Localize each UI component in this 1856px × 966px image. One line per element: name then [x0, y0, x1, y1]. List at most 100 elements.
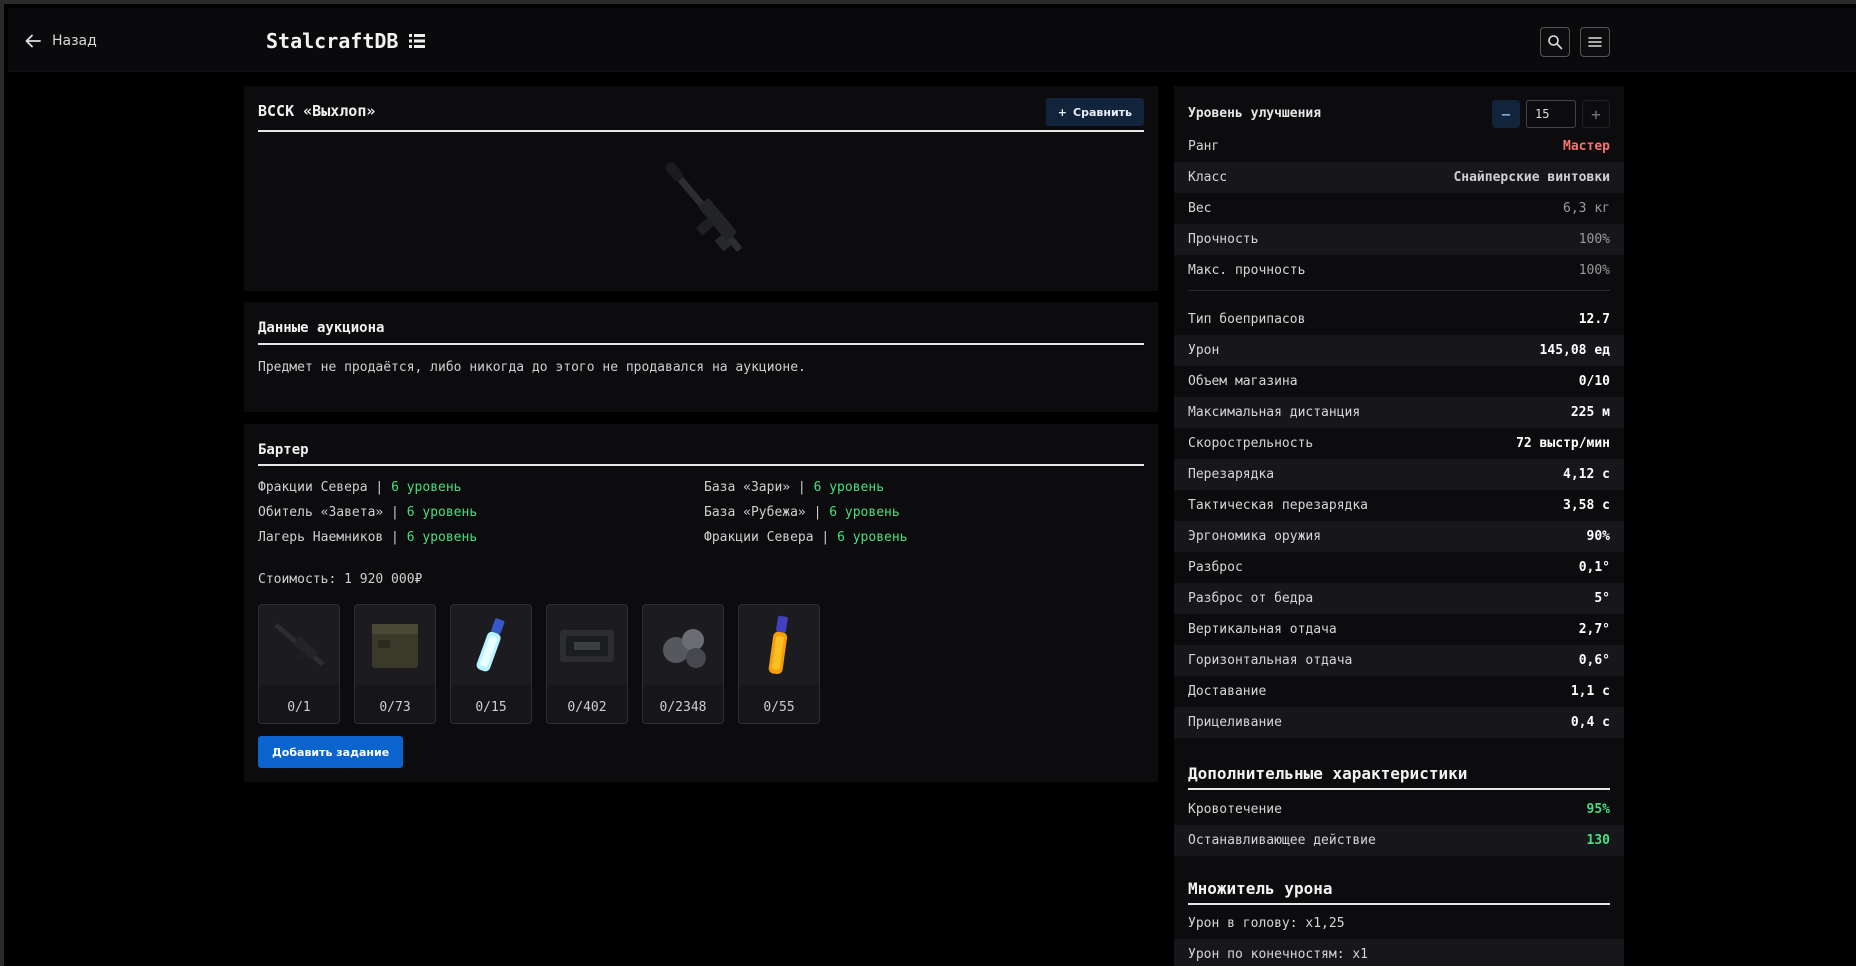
- menu-button[interactable]: [1580, 27, 1610, 57]
- compare-button[interactable]: + Сравнить: [1045, 98, 1144, 126]
- app-frame: Назад StalcraftDB ВССК «Выхлоп» + Сравни…: [0, 0, 1856, 966]
- stat-row: Объем магазина 0/10: [1174, 366, 1624, 397]
- top-header: Назад StalcraftDB: [8, 8, 1856, 72]
- stat-value: 6,3 кг: [1563, 201, 1610, 216]
- stat-row: Останавливающее действие 130: [1174, 825, 1624, 856]
- barter-item[interactable]: 0/55: [738, 604, 820, 724]
- stat-label: Вертикальная отдача: [1188, 622, 1337, 637]
- barter-entry: Обитель «Завета» | 6 уровень: [258, 505, 478, 520]
- stat-row: Эргономика оружия 90%: [1174, 521, 1624, 552]
- stat-value: 12.7: [1578, 312, 1610, 327]
- vial-blue-icon: [476, 618, 505, 672]
- stat-value: 130: [1586, 833, 1610, 848]
- stat-label: Прочность: [1188, 232, 1259, 247]
- damage-mult-divider: [1188, 903, 1610, 905]
- search-button[interactable]: [1540, 27, 1570, 57]
- stat-label: Объем магазина: [1188, 374, 1298, 389]
- case-icon: [560, 630, 614, 662]
- plus-icon: +: [1057, 105, 1068, 119]
- auction-panel: Данные аукциона Предмет не продаётся, ли…: [244, 302, 1158, 412]
- barter-items: 0/1 0/73 0/15 0/402 0/2348 0/55: [258, 604, 820, 724]
- rifle-image: [665, 162, 742, 252]
- damage-mult-row: Урон в голову: x1,25: [1188, 916, 1345, 931]
- stat-value: 90%: [1586, 529, 1610, 544]
- barter-entry: База «Рубежа» | 6 уровень: [704, 505, 900, 520]
- stat-value: 95%: [1586, 802, 1610, 817]
- stat-value: 3,58 с: [1563, 498, 1610, 513]
- stat-label: Эргономика оружия: [1188, 529, 1322, 544]
- barter-panel: Бартер Фракции Севера | 6 уровень База «…: [244, 424, 1158, 782]
- barter-divider: [258, 464, 1144, 466]
- barter-item[interactable]: 0/402: [546, 604, 628, 724]
- upgrade-level-input[interactable]: [1526, 100, 1576, 128]
- extra-stats-divider: [1188, 788, 1610, 790]
- decrease-button[interactable]: −: [1492, 100, 1520, 128]
- stat-value: 2,7°: [1578, 622, 1610, 637]
- barter-item[interactable]: 0/1: [258, 604, 340, 724]
- stat-value: 4,12 с: [1563, 467, 1610, 482]
- stat-row: Разброс 0,1°: [1174, 552, 1624, 583]
- item-panel: ВССК «Выхлоп» + Сравнить: [244, 86, 1158, 291]
- stat-row: Вес 6,3 кг: [1174, 193, 1624, 224]
- list-icon: [409, 34, 426, 48]
- upgrade-level-label: Уровень улучшения: [1188, 106, 1322, 121]
- stat-row: Перезарядка 4,12 с: [1174, 459, 1624, 490]
- stat-row: Кровотечение 95%: [1174, 794, 1624, 825]
- stat-value: 0,4 с: [1570, 715, 1610, 730]
- rifle-icon: [273, 622, 325, 667]
- increase-button[interactable]: +: [1582, 100, 1610, 128]
- barter-entry: База «Зари» | 6 уровень: [704, 480, 885, 495]
- stat-label: Тип боеприпасов: [1188, 312, 1306, 327]
- add-task-button[interactable]: Добавить задание: [258, 736, 404, 768]
- stat-value: 0,6°: [1578, 653, 1610, 668]
- stats-divider: [1188, 290, 1610, 291]
- auction-title: Данные аукциона: [258, 320, 385, 336]
- barter-requirements: Фракции Севера | 6 уровень База «Зари» |…: [258, 480, 1158, 545]
- stat-value: Снайперские винтовки: [1453, 170, 1610, 185]
- stat-label: Горизонтальная отдача: [1188, 653, 1353, 668]
- compare-label: Сравнить: [1073, 105, 1132, 119]
- search-icon: [1548, 35, 1563, 50]
- stat-label: Вес: [1188, 201, 1212, 216]
- item-title: ВССК «Выхлоп»: [258, 102, 376, 120]
- barter-item[interactable]: 0/15: [450, 604, 532, 724]
- stat-value: 100%: [1578, 263, 1610, 278]
- stat-row: Вертикальная отдача 2,7°: [1174, 614, 1624, 645]
- stat-row: Урон 145,08 ед: [1174, 335, 1624, 366]
- stat-row: Тип боеприпасов 12.7: [1174, 304, 1624, 335]
- back-label: Назад: [52, 33, 97, 49]
- stat-label: Разброс от бедра: [1188, 591, 1314, 606]
- stat-label: Прицеливание: [1188, 715, 1282, 730]
- stat-value: 1,1 с: [1570, 684, 1610, 699]
- title-divider: [258, 130, 1144, 132]
- stat-label: Доставание: [1188, 684, 1267, 699]
- stat-row: Прицеливание 0,4 с: [1174, 707, 1624, 738]
- spheres-icon: [663, 629, 706, 668]
- stat-label: Останавливающее действие: [1188, 833, 1376, 848]
- stat-row: Горизонтальная отдача 0,6°: [1174, 645, 1624, 676]
- stat-row: Класс Снайперские винтовки: [1174, 162, 1624, 193]
- stat-value: 145,08 ед: [1539, 343, 1610, 358]
- stat-label: Максимальная дистанция: [1188, 405, 1361, 420]
- barter-item[interactable]: 0/2348: [642, 604, 724, 724]
- stat-row: Скорострельность 72 выстр/мин: [1174, 428, 1624, 459]
- barter-cost: Стоимость: 1 920 000₽: [258, 572, 423, 587]
- stat-value: 100%: [1578, 232, 1610, 247]
- stat-label: Макс. прочность: [1188, 263, 1306, 278]
- brand-logo[interactable]: StalcraftDB: [266, 29, 426, 53]
- stat-label: Разброс: [1188, 560, 1243, 575]
- stat-value: 72 выстр/мин: [1516, 436, 1610, 451]
- stats-panel: Уровень улучшения − + Ранг Мастер Класс Сна…: [1174, 86, 1624, 966]
- stat-label: Класс: [1188, 170, 1228, 185]
- stat-label: Перезарядка: [1188, 467, 1275, 482]
- stat-row: Разброс от бедра 5°: [1174, 583, 1624, 614]
- stat-value: Мастер: [1563, 139, 1610, 154]
- back-button[interactable]: Назад: [24, 32, 97, 50]
- stat-value: 0/10: [1578, 374, 1610, 389]
- stat-label: Скорострельность: [1188, 436, 1314, 451]
- arrow-left-icon: [25, 34, 41, 48]
- stat-row: Доставание 1,1 с: [1174, 676, 1624, 707]
- barter-item[interactable]: 0/73: [354, 604, 436, 724]
- damage-mult-row: Урон по конечностям: x1: [1174, 939, 1624, 966]
- stat-row: Тактическая перезарядка 3,58 с: [1174, 490, 1624, 521]
